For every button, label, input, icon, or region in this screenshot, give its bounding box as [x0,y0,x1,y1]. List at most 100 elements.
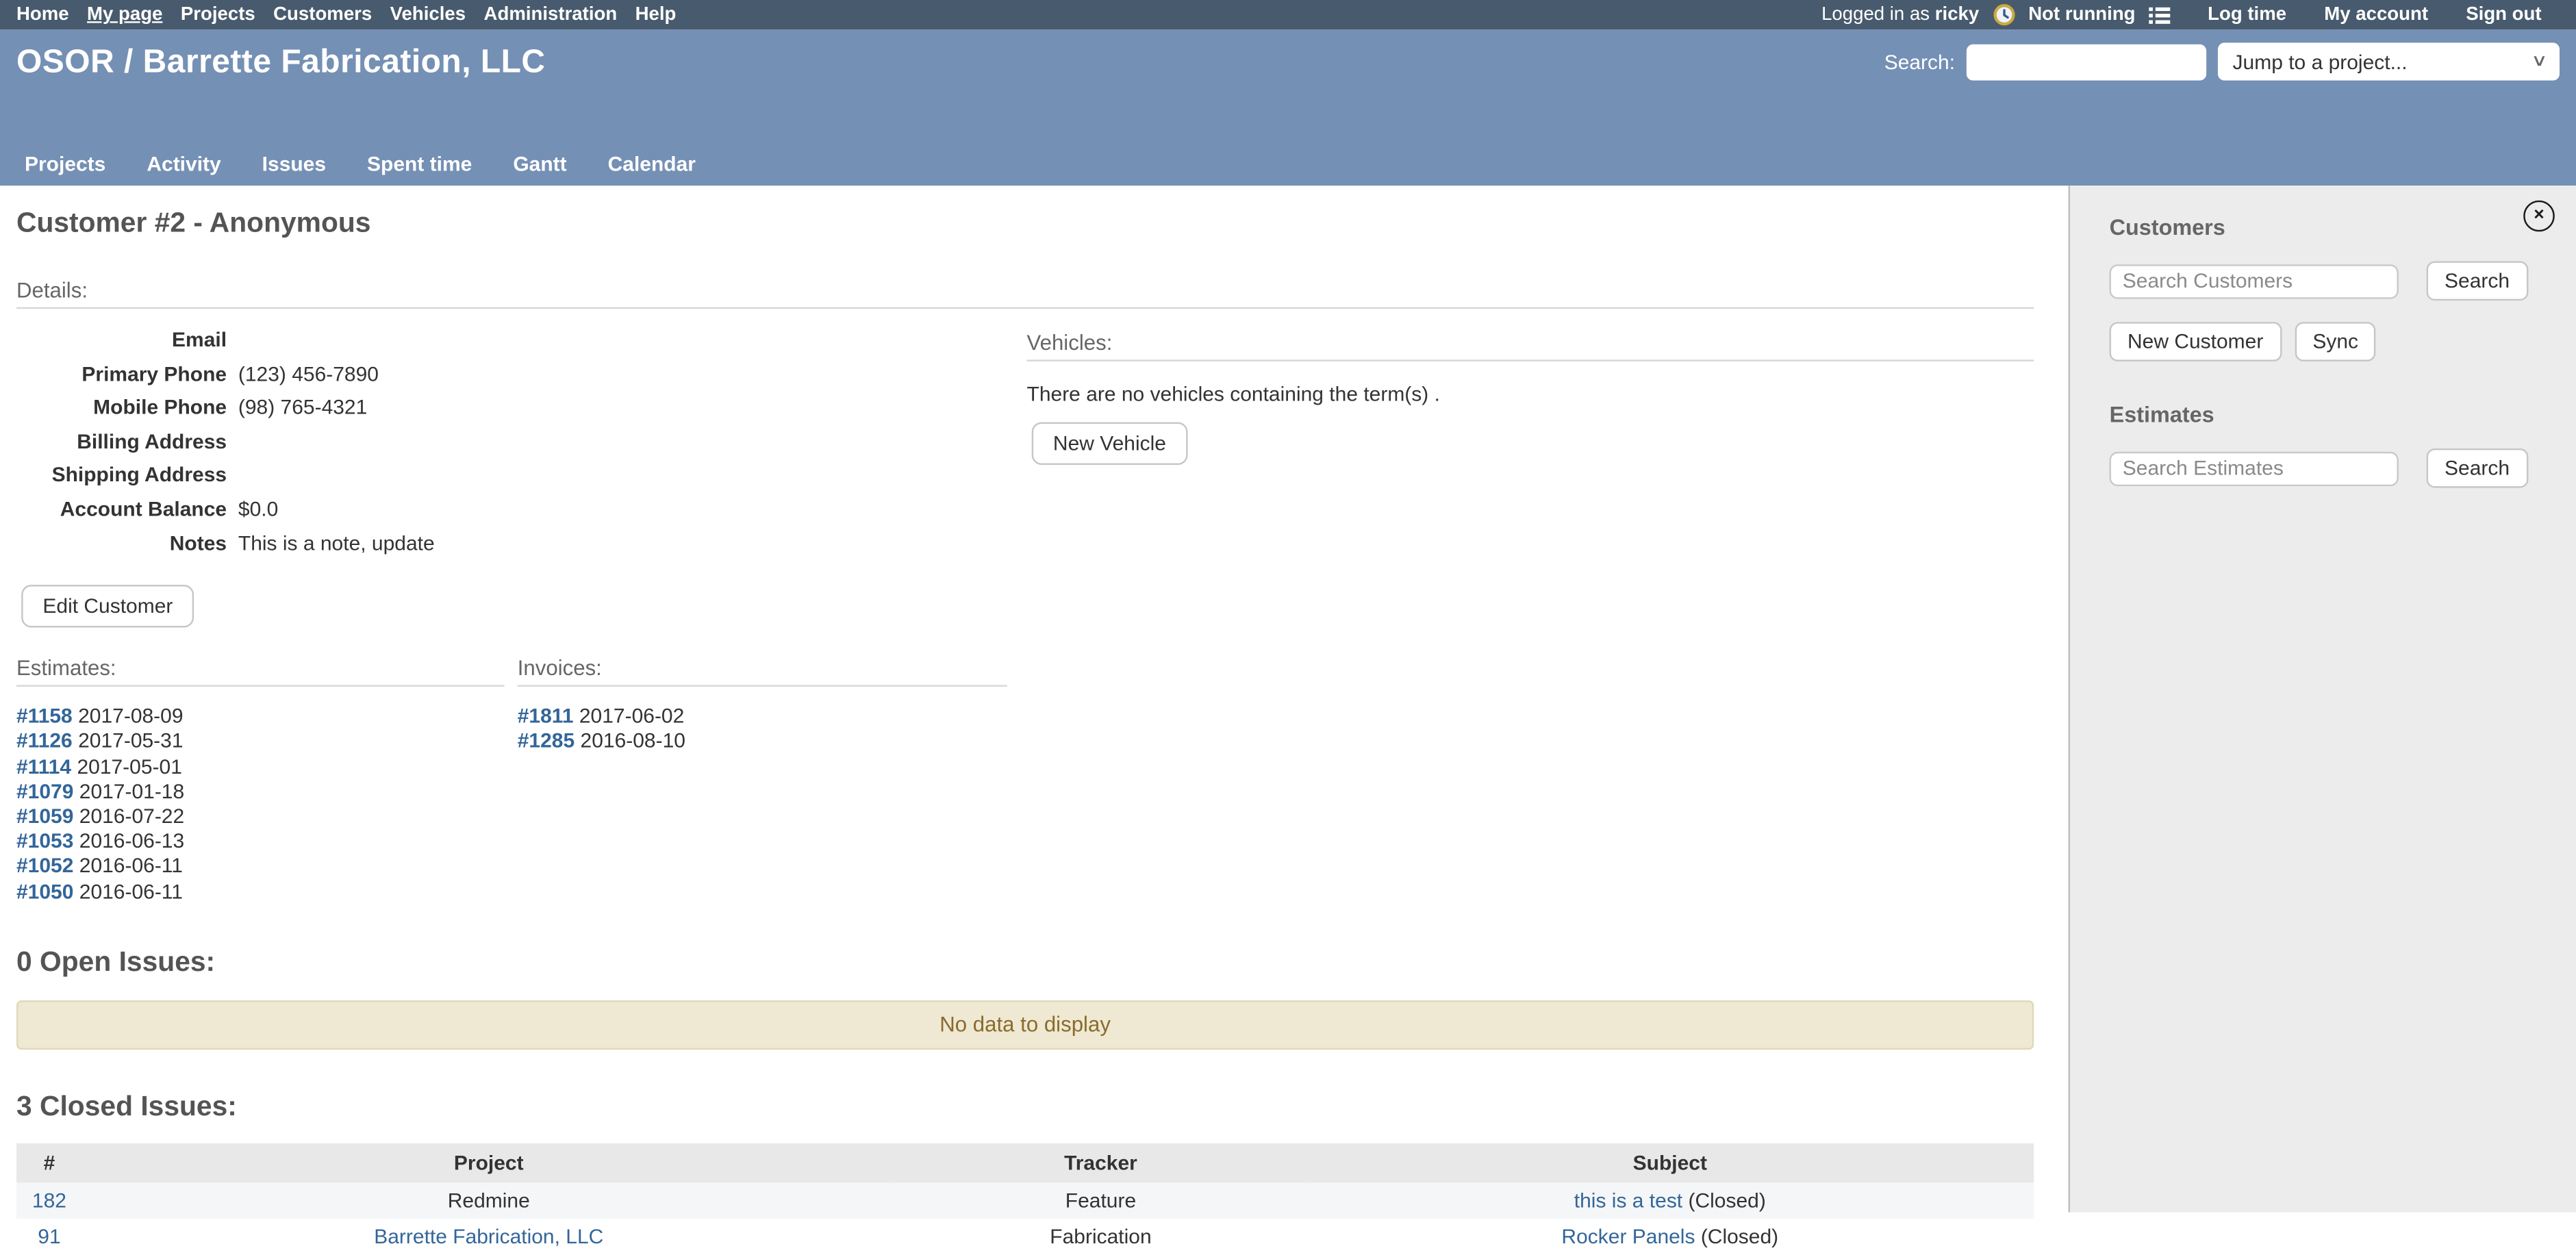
issue-id-link[interactable]: 182 [32,1189,66,1213]
username: ricky [1935,5,1979,25]
sidebar: × Customers Search New Customer Sync Est… [2069,186,2576,1213]
tab-spent-time[interactable]: Spent time [367,153,472,176]
estimate-date: 2017-08-09 [78,705,183,728]
new-customer-button[interactable]: New Customer [2110,322,2282,362]
estimates-heading: Estimates: [16,656,505,681]
issue-row: 91 Barrette Fabrication, LLC Fabrication… [16,1219,2034,1255]
tab-activity[interactable]: Activity [147,153,220,176]
estimate-list-item: #1079 2017-01-18 [16,780,505,804]
timer-list-icon[interactable] [2149,3,2172,27]
tab-projects[interactable]: Projects [25,153,105,176]
tab-gantt[interactable]: Gantt [513,153,566,176]
sync-button[interactable]: Sync [2295,322,2376,362]
estimates-list: #1158 2017-08-09 #1126 2017-05-31 [16,705,505,905]
estimate-link[interactable]: #1059 [16,805,73,828]
sidebar-customers-search-button[interactable]: Search [2427,261,2528,301]
issues-header-row: # Project Tracker Subject [16,1143,2034,1182]
estimates-section: Estimates: #1158 2017-08-09 [16,656,505,905]
issue-project: Redmine [448,1189,530,1213]
issue-tracker: Feature [896,1182,1306,1219]
estimate-link[interactable]: #1126 [16,730,73,753]
detail-row: Account Balance $0.0 [16,493,1007,527]
topnav-projects[interactable]: Projects [181,5,255,25]
detail-label: Notes [16,527,238,560]
issue-id-link[interactable]: 91 [38,1225,60,1248]
search-label: Search: [1884,50,1955,73]
invoice-date: 2017-06-02 [579,705,684,728]
estimate-list-item: #1052 2016-06-11 [16,854,505,879]
sidebar-estimates-search-button[interactable]: Search [2427,448,2528,488]
estimate-list-item: #1158 2017-08-09 [16,705,505,730]
estimate-link[interactable]: #1114 [16,755,71,778]
issue-status-suffix: (Closed) [1682,1189,1766,1213]
vehicles-divider [1027,359,2034,361]
estimates-divider [16,685,505,687]
issue-subject-link[interactable]: Rocker Panels [1561,1225,1695,1248]
invoice-list-item: #1285 2016-08-10 [518,730,1007,755]
new-vehicle-button[interactable]: New Vehicle [1032,422,1187,465]
estimate-link[interactable]: #1050 [16,880,73,903]
topnav-administration[interactable]: Administration [484,5,618,25]
estimate-date: 2017-01-18 [79,780,184,803]
estimate-link[interactable]: #1052 [16,854,73,878]
estimate-date: 2017-05-01 [77,755,181,778]
open-issues-heading: 0 Open Issues: [16,946,2034,978]
detail-row: Notes This is a note, update [16,527,1007,560]
issue-project: Barrette Fabrication, LLC [374,1225,603,1248]
detail-label: Billing Address [16,425,238,459]
topnav-help[interactable]: Help [635,5,677,25]
topnav-customers[interactable]: Customers [273,5,372,25]
sign-out-link[interactable]: Sign out [2466,5,2541,25]
sidebar-estimates-search-input[interactable] [2110,451,2399,485]
timer-clock-icon[interactable] [1992,3,2015,27]
chevron-down-icon: ∨ [2530,53,2547,71]
estimate-link[interactable]: #1079 [16,780,73,803]
issue-subject-link[interactable]: this is a test [1574,1189,1682,1213]
column-header-id: # [16,1143,82,1182]
detail-row: Billing Address [16,425,1007,459]
detail-value: $0.0 [238,493,278,527]
topnav-vehicles[interactable]: Vehicles [390,5,466,25]
estimate-list-item: #1059 2016-07-22 [16,805,505,830]
invoice-list-item: #1811 2017-06-02 [518,705,1007,730]
sidebar-estimates-heading: Estimates [2110,403,2557,427]
detail-label: Mobile Phone [16,391,238,424]
no-data-text: No data to display [939,1013,1111,1037]
invoices-heading: Invoices: [518,656,1007,681]
detail-value: This is a note, update [238,527,435,560]
estimate-date: 2016-06-11 [79,880,183,903]
column-header-subject: Subject [1306,1143,2034,1182]
invoice-date: 2016-08-10 [581,730,685,753]
sidebar-customers-heading: Customers [2110,215,2557,240]
logged-in-label: Logged in as ricky [1821,5,1979,25]
detail-row: Email [16,324,1007,357]
tab-calendar[interactable]: Calendar [608,153,696,176]
my-account-link[interactable]: My account [2324,5,2428,25]
estimate-list-item: #1126 2017-05-31 [16,730,505,755]
close-icon[interactable]: × [2523,201,2555,232]
estimate-link[interactable]: #1053 [16,830,73,853]
invoice-link[interactable]: #1285 [518,730,574,753]
log-time-link[interactable]: Log time [2208,5,2286,25]
closed-issues-table: # Project Tracker Subject 182 Redmine Fe… [16,1143,2034,1254]
estimate-link[interactable]: #1158 [16,705,73,728]
topnav-my-page[interactable]: My page [87,5,162,25]
application-window: Home My page Projects Customers Vehicles… [0,0,2576,1213]
closed-issues-heading: 3 Closed Issues: [16,1091,2034,1124]
tab-issues[interactable]: Issues [262,153,326,176]
invoices-list: #1811 2017-06-02 #1285 2016-08-10 [518,705,1007,755]
topbar-right-group: Logged in as ricky Not running Log time … [1821,3,2560,27]
details-heading: Details: [16,277,2034,302]
sidebar-customers-search-input[interactable] [2110,264,2399,298]
edit-customer-button[interactable]: Edit Customer [21,585,194,628]
header-search-input[interactable] [1967,44,2206,80]
estimate-date: 2016-07-22 [79,805,184,828]
detail-value: (98) 765-4321 [238,391,367,424]
project-jump-select[interactable]: Jump to a project... ∨ [2218,42,2560,80]
detail-label: Email [16,324,238,357]
page-title: Customer #2 - Anonymous [16,207,2034,240]
invoice-link[interactable]: #1811 [518,705,574,728]
account-links-group: Log time My account Sign out [2208,5,2560,25]
estimate-list-item: #1053 2016-06-13 [16,830,505,854]
topnav-home[interactable]: Home [16,5,69,25]
